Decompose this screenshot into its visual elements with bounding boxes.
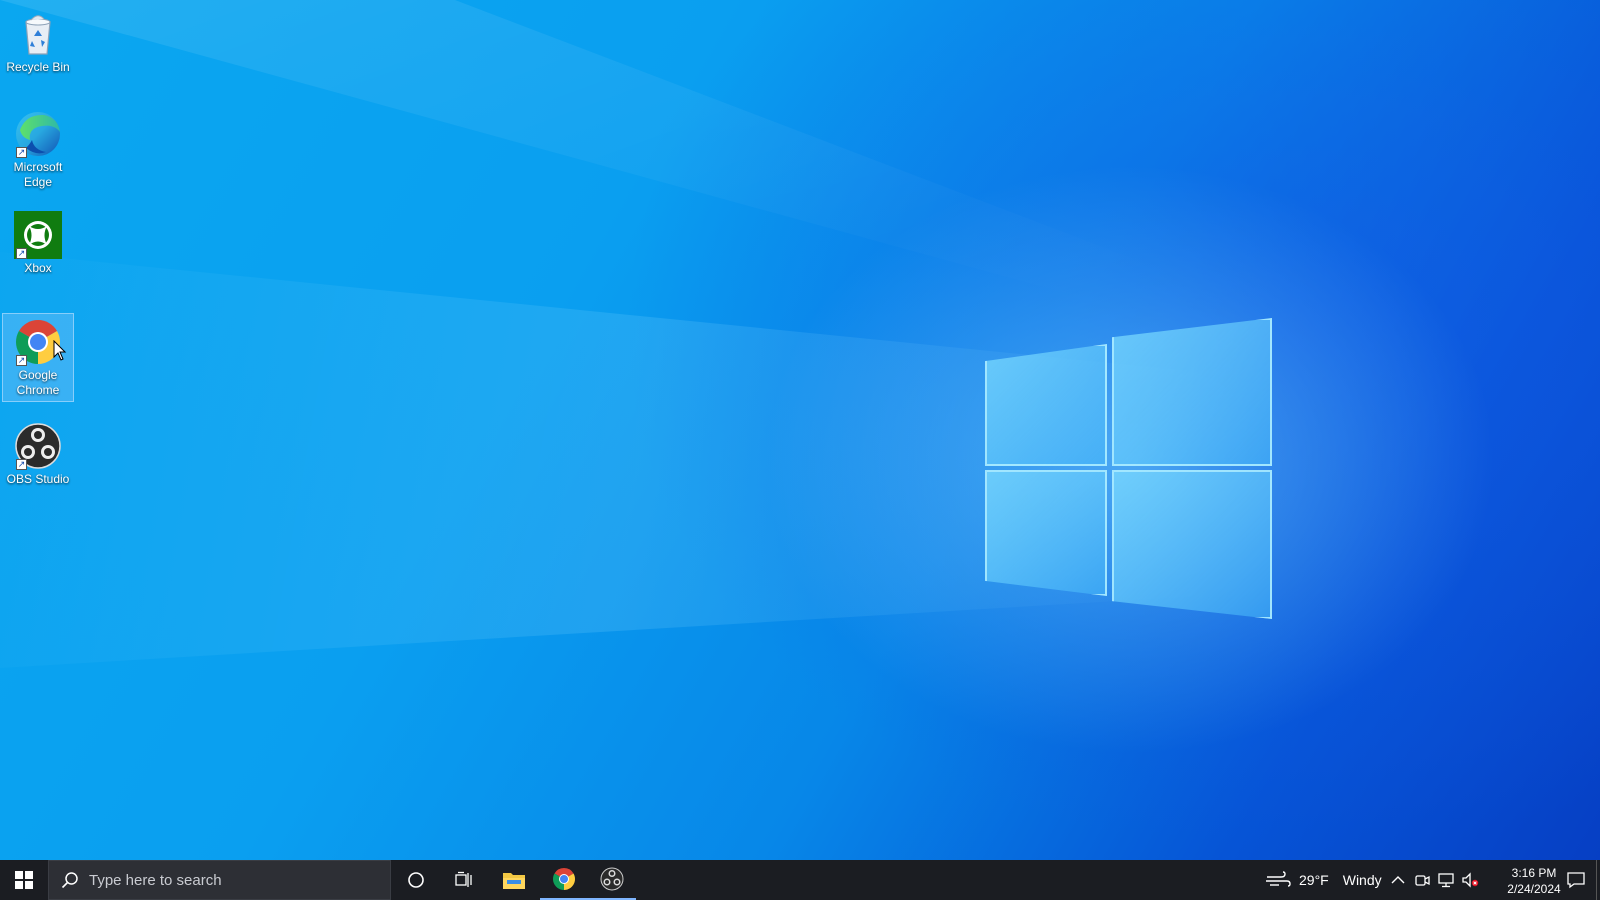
taskbar: Type here to search 29°F Windy 3:16 PM 2… [0,860,1600,900]
shortcut-arrow-icon: ↗ [16,248,27,259]
shortcut-arrow-icon: ↗ [16,459,27,470]
file-explorer-icon [503,873,525,889]
obs-icon: ↗ [14,422,62,470]
volume-muted-icon[interactable] [1460,870,1480,890]
desktop-icon-label: Microsoft [13,160,63,174]
notifications-icon [1567,872,1585,889]
weather-widget[interactable]: 29°F Windy [1265,860,1382,900]
meet-now-icon[interactable] [1412,870,1432,890]
taskbar-file-explorer[interactable] [490,860,538,900]
edge-icon: ↗ [14,110,62,158]
desktop-icon-xbox[interactable]: ↗ Xbox [2,207,74,279]
network-icon[interactable] [1436,870,1456,890]
action-center-button[interactable] [1556,860,1596,900]
desktop-icon-label: Recycle Bin [6,60,70,74]
taskbar-obs-studio[interactable] [588,860,636,900]
logo-pane [985,470,1107,596]
chrome-icon [553,868,575,890]
windy-weather-icon [1266,871,1291,887]
desktop-icon-label: Chrome [16,383,60,397]
desktop-icon-label: Edge [23,175,53,189]
desktop-icon-label: Xbox [24,261,52,275]
chevron-up-icon[interactable] [1388,870,1408,890]
shortcut-arrow-icon: ↗ [16,355,27,366]
desktop-wallpaper: Recycle Bin ↗ Microsoft Edge ↗ Xbox ↗ Go… [0,0,1600,860]
desktop-icon-label: OBS Studio [6,472,70,486]
weather-condition: Windy [1342,872,1382,888]
mouse-cursor-icon [53,340,67,361]
shortcut-arrow-icon: ↗ [16,147,27,158]
desktop-icon-recycle-bin[interactable]: Recycle Bin [2,6,74,78]
desktop-icon-label: Google [18,368,58,382]
xbox-icon: ↗ [14,211,62,259]
logo-pane [1112,318,1272,466]
search-icon [61,872,78,889]
cortana-button[interactable] [392,860,440,900]
desktop-icon-obs-studio[interactable]: ↗ OBS Studio [2,418,74,490]
desktop-icon-edge[interactable]: ↗ Microsoft Edge [2,106,74,193]
taskbar-chrome[interactable] [540,860,588,900]
windows-logo-icon [15,871,33,889]
start-button[interactable] [0,860,48,900]
logo-pane [1112,470,1272,619]
weather-temperature: 29°F [1299,872,1329,888]
cortana-icon [408,872,424,888]
recycle-bin-icon [14,10,62,58]
task-view-button[interactable] [440,860,488,900]
obs-icon [600,867,624,891]
taskbar-search-box[interactable]: Type here to search [48,860,391,900]
show-desktop-button[interactable] [1596,860,1600,900]
task-view-icon [455,871,472,887]
search-placeholder: Type here to search [89,871,222,889]
windows-logo-wallpaper [985,318,1285,619]
logo-pane [985,344,1107,466]
